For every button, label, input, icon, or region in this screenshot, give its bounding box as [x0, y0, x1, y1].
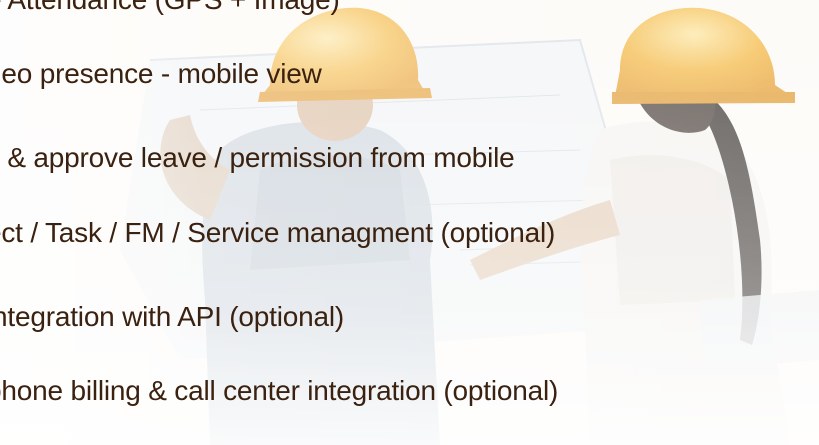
- feature-line-leave-approval: y & approve leave / permission from mobi…: [0, 142, 515, 173]
- feature-line-phone-billing: phone billing & call center integration …: [0, 375, 559, 406]
- feature-line-attendance: e Attendance (GPS + Image): [0, 0, 340, 17]
- feature-line-api-integration: integration with API (optional): [0, 301, 345, 332]
- feature-list: e Attendance (GPS + Image) geo presence …: [0, 0, 819, 445]
- feature-line-geo-presence: geo presence - mobile view: [0, 58, 322, 89]
- feature-line-project-management: ect / Task / FM / Service managment (opt…: [0, 217, 556, 248]
- slide: e Attendance (GPS + Image) geo presence …: [0, 0, 819, 445]
